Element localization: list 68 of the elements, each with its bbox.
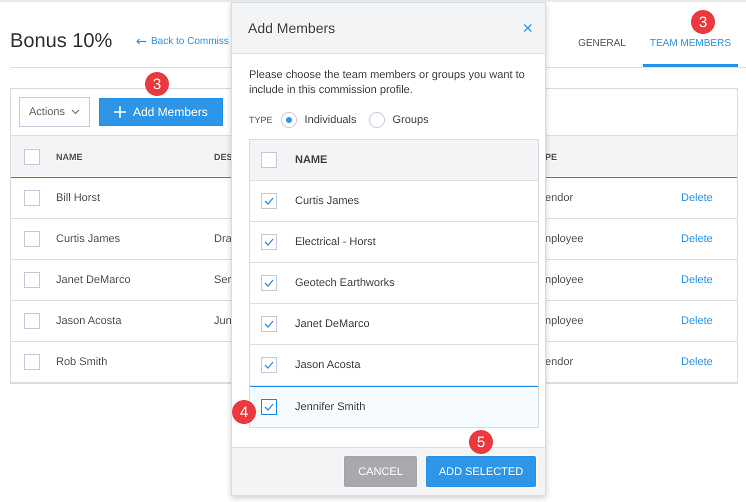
member-checkbox[interactable] <box>261 193 277 209</box>
actions-dropdown[interactable]: Actions <box>19 97 90 127</box>
delete-link[interactable]: Delete <box>681 274 713 286</box>
member-name: Jennifer Smith <box>295 401 366 413</box>
table-cell: Dra <box>214 233 232 245</box>
member-row[interactable]: Curtis James <box>250 181 538 222</box>
checkmark-icon <box>264 320 274 328</box>
table-cell: Rob Smith <box>56 356 108 368</box>
table-cell: nployee <box>545 315 584 327</box>
back-link[interactable]: Back to Commiss <box>136 36 229 47</box>
cancel-button[interactable]: CANCEL <box>344 456 417 487</box>
checkmark-icon <box>264 403 274 411</box>
table-cell: nployee <box>545 233 584 245</box>
table-cell: Janet DeMarco <box>56 274 131 286</box>
row-checkbox[interactable] <box>24 313 40 329</box>
radio-option[interactable]: Groups <box>368 112 429 128</box>
table-cell: endor <box>545 356 574 368</box>
table-cell: Bill Horst <box>56 192 100 204</box>
table-cell: Jun <box>214 315 232 327</box>
chevron-down-icon <box>71 109 80 115</box>
table-cell: Jason Acosta <box>56 315 122 327</box>
radio-option[interactable]: Individuals <box>280 112 356 128</box>
table-cell: nployee <box>545 274 584 286</box>
row-checkbox[interactable] <box>24 190 40 206</box>
dialog-title: Add Members <box>248 20 336 36</box>
column-header: NAME <box>294 154 328 166</box>
tab[interactable]: GENERAL <box>571 16 633 67</box>
select-all-checkbox[interactable] <box>24 148 40 164</box>
member-checkbox[interactable] <box>261 275 277 291</box>
table-cell: endor <box>545 192 574 204</box>
select-all-checkbox[interactable] <box>261 152 277 168</box>
delete-link[interactable]: Delete <box>681 233 713 245</box>
plus-icon <box>114 106 126 118</box>
add-members-button[interactable]: Add Members <box>99 98 223 126</box>
table-cell: Ser <box>214 274 232 286</box>
member-checkbox[interactable] <box>261 234 277 250</box>
dialog-description: Please choose the team members or groups you want to include in this commission profile. <box>249 68 526 98</box>
add-selected-button[interactable]: ADD SELECTED <box>426 456 536 487</box>
delete-link[interactable]: Delete <box>681 192 713 204</box>
left-arrow-icon <box>136 38 146 45</box>
member-row[interactable]: Jennifer Smith <box>250 386 538 427</box>
row-checkbox[interactable] <box>24 231 40 247</box>
delete-link[interactable]: Delete <box>681 315 713 327</box>
type-label: TYPE <box>249 115 273 125</box>
checkmark-icon <box>264 361 274 369</box>
row-checkbox[interactable] <box>24 354 40 370</box>
member-row[interactable]: Geotech Earthworks <box>250 263 538 304</box>
member-checkbox[interactable] <box>261 316 277 332</box>
table-cell: Curtis James <box>56 233 120 245</box>
step-badge: 3 <box>145 72 169 96</box>
checkmark-icon <box>264 238 274 246</box>
checkmark-icon <box>264 197 274 205</box>
checkmark-icon <box>264 279 274 287</box>
member-checkbox[interactable] <box>261 357 277 373</box>
member-name: Electrical - Horst <box>295 236 376 248</box>
member-checkbox[interactable] <box>261 399 277 415</box>
member-name: Jason Acosta <box>295 359 360 371</box>
delete-link[interactable]: Delete <box>681 356 713 368</box>
member-row[interactable]: Janet DeMarco <box>250 304 538 345</box>
member-name: Curtis James <box>295 195 360 207</box>
member-row[interactable]: Electrical - Horst <box>250 222 538 263</box>
column-header: NAME <box>56 152 82 162</box>
close-button[interactable]: × <box>518 18 537 38</box>
member-name: Geotech Earthworks <box>295 277 395 289</box>
page-title: Bonus 10% <box>10 30 114 53</box>
row-checkbox[interactable] <box>24 272 40 288</box>
member-name: Janet DeMarco <box>295 318 370 330</box>
step-badge: 3 <box>691 10 715 34</box>
